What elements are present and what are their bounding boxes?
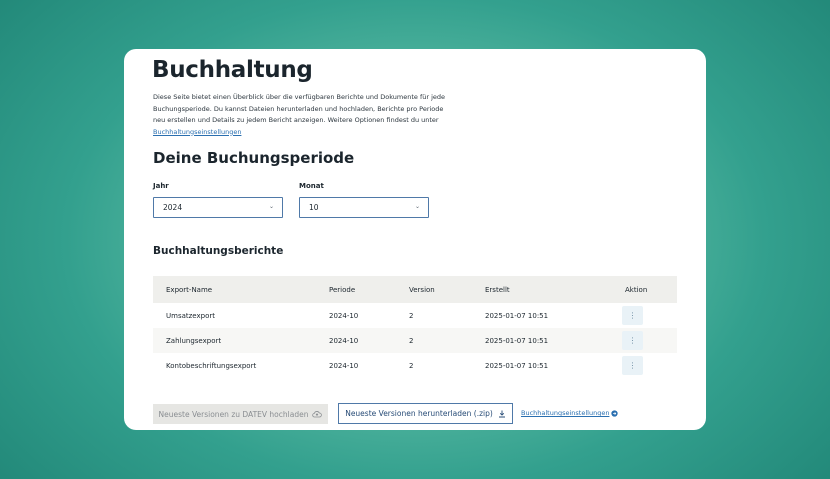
year-select-value: 2024 <box>163 203 183 212</box>
accounting-settings-label: Buchhaltungseinstellungen <box>521 409 610 417</box>
month-label: Monat <box>299 182 324 190</box>
column-header-created: Erstellt <box>485 285 510 294</box>
cell-export-name: Umsatzexport <box>166 311 215 320</box>
download-zip-label: Neueste Versionen herunterladen (.zip) <box>345 409 493 418</box>
reports-table: Export-Name Periode Version Erstellt Akt… <box>153 276 677 378</box>
year-select[interactable]: 2024 ⌄ <box>153 197 283 218</box>
page-title: Buchhaltung <box>152 57 313 83</box>
download-icon <box>498 410 506 418</box>
cell-export-name: Zahlungsexport <box>166 336 222 345</box>
upload-datev-label: Neueste Versionen zu DATEV hochladen <box>158 409 309 419</box>
column-header-version: Version <box>409 285 435 294</box>
table-header-row: Export-Name Periode Version Erstellt Akt… <box>153 276 677 303</box>
column-header-export-name: Export-Name <box>166 285 213 294</box>
cell-period: 2024-10 <box>329 361 359 370</box>
table-row: Zahlungsexport 2024-10 2 2025-01-07 10:5… <box>153 328 677 353</box>
upload-datev-button[interactable]: Neueste Versionen zu DATEV hochladen <box>153 404 328 424</box>
column-header-action: Aktion <box>625 285 648 294</box>
arrow-circle-icon <box>611 409 619 417</box>
intro-text: Diese Seite bietet einen Überblick über … <box>153 92 453 138</box>
accounting-settings-link[interactable]: Buchhaltungseinstellungen <box>521 409 619 417</box>
chevron-down-icon: ⌄ <box>414 203 420 210</box>
period-heading: Deine Buchungsperiode <box>153 149 355 167</box>
accounting-card: Buchhaltung Diese Seite bietet einen Übe… <box>124 49 706 430</box>
cell-version: 2 <box>409 336 414 345</box>
intro-settings-link[interactable]: Buchhaltungseinstellungen <box>153 128 241 136</box>
month-select[interactable]: 10 ⌄ <box>299 197 429 218</box>
year-label: Jahr <box>153 182 169 190</box>
cell-period: 2024-10 <box>329 311 359 320</box>
intro-description: Diese Seite bietet einen Überblick über … <box>153 93 446 124</box>
column-header-period: Periode <box>329 285 356 294</box>
month-select-value: 10 <box>309 203 319 212</box>
cell-version: 2 <box>409 361 414 370</box>
download-zip-button[interactable]: Neueste Versionen herunterladen (.zip) <box>338 403 513 424</box>
chevron-down-icon: ⌄ <box>268 203 274 210</box>
cell-period: 2024-10 <box>329 336 359 345</box>
table-row: Umsatzexport 2024-10 2 2025-01-07 10:51 … <box>153 303 677 328</box>
cell-version: 2 <box>409 311 414 320</box>
table-row: Kontobeschriftungsexport 2024-10 2 2025-… <box>153 353 677 378</box>
reports-heading: Buchhaltungsberichte <box>153 245 284 257</box>
cell-created: 2025-01-07 10:51 <box>485 336 549 345</box>
cell-created: 2025-01-07 10:51 <box>485 311 549 320</box>
cell-export-name: Kontobeschriftungsexport <box>166 361 257 370</box>
more-vertical-icon[interactable]: ⋮ <box>622 356 643 375</box>
more-vertical-icon[interactable]: ⋮ <box>622 331 643 350</box>
cell-created: 2025-01-07 10:51 <box>485 361 549 370</box>
cloud-upload-icon <box>312 410 323 418</box>
more-vertical-icon[interactable]: ⋮ <box>622 306 643 325</box>
